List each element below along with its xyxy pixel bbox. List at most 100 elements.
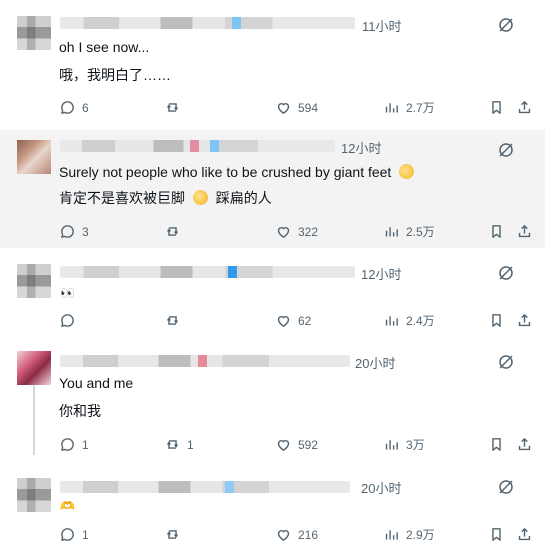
post-time[interactable]: 12小时 xyxy=(341,138,381,157)
views-count: 2.5万 xyxy=(406,225,435,239)
like-count: 216 xyxy=(298,527,319,542)
views-chart-icon xyxy=(385,440,398,450)
share-button[interactable] xyxy=(516,312,533,329)
share-button[interactable] xyxy=(516,526,533,543)
post-1-actions: 6 594 2.7万 xyxy=(59,99,533,117)
like-button[interactable]: 592 xyxy=(275,436,318,453)
repost-count: 1 xyxy=(187,437,194,452)
repost-button[interactable] xyxy=(164,312,181,329)
username-blurred xyxy=(60,266,355,278)
post-text-en: Surely not people who like to be crushed… xyxy=(59,164,418,180)
post-text-en-body: Surely not people who like to be crushed… xyxy=(59,164,392,180)
like-count: 592 xyxy=(298,437,319,452)
post-time[interactable]: 20小时 xyxy=(361,478,401,497)
views-chart-icon xyxy=(385,227,398,237)
bookmark-icon xyxy=(492,101,501,114)
share-icon xyxy=(518,313,531,327)
post-text-cn-a: 肯定不是喜欢被巨脚 xyxy=(59,190,185,206)
post-text-en: You and me xyxy=(59,375,134,391)
post-2-actions: 3 322 2.5万 xyxy=(59,223,533,241)
views-button[interactable]: 2.5万 xyxy=(383,223,435,240)
grok-icon[interactable] xyxy=(497,16,515,34)
post-text-cn: 肯定不是喜欢被巨脚 踩扁的人 xyxy=(59,188,272,208)
like-count: 62 xyxy=(298,313,312,328)
post-4-actions: 1 1 592 3万 xyxy=(59,436,533,454)
reply-button[interactable]: 1 xyxy=(59,436,89,453)
heart-hands-emoji-icon: 🫶 xyxy=(60,499,75,513)
like-button[interactable]: 322 xyxy=(275,223,318,240)
blurred-badge xyxy=(225,481,234,493)
post-time[interactable]: 11小时 xyxy=(362,16,402,35)
post-time[interactable]: 20小时 xyxy=(355,353,395,372)
reply-icon xyxy=(61,438,74,451)
heart-icon xyxy=(277,316,290,327)
like-count: 322 xyxy=(298,224,319,239)
like-button[interactable]: 62 xyxy=(275,312,311,329)
blurred-badge xyxy=(190,140,199,152)
reply-button[interactable]: 1 xyxy=(59,526,89,543)
post-text-cn: 你和我 xyxy=(59,403,101,419)
repost-button[interactable] xyxy=(164,223,181,240)
views-button[interactable]: 2.9万 xyxy=(383,526,435,543)
heart-icon xyxy=(277,440,290,451)
relieved-face-emoji-icon xyxy=(192,190,208,205)
reply-button[interactable] xyxy=(59,312,76,329)
like-count: 594 xyxy=(298,100,319,115)
reply-button[interactable]: 3 xyxy=(59,223,89,240)
repost-button[interactable] xyxy=(164,99,181,116)
views-count: 2.9万 xyxy=(406,528,435,542)
bookmark-button[interactable] xyxy=(488,99,505,116)
blurred-badge xyxy=(228,266,237,278)
thread-line xyxy=(33,383,35,455)
bookmark-icon xyxy=(492,438,501,451)
views-button[interactable]: 2.4万 xyxy=(383,312,435,329)
reply-count: 6 xyxy=(82,100,89,115)
username-blurred xyxy=(60,17,355,29)
heart-icon xyxy=(277,103,290,114)
reply-button[interactable]: 6 xyxy=(59,99,89,116)
grok-icon[interactable] xyxy=(497,264,515,282)
grok-icon[interactable] xyxy=(497,141,515,159)
like-button[interactable]: 594 xyxy=(275,99,318,116)
post-time[interactable]: 12小时 xyxy=(361,264,401,283)
bookmark-button[interactable] xyxy=(488,526,505,543)
reply-count: 1 xyxy=(82,527,89,542)
blurred-badge xyxy=(210,140,219,152)
avatar[interactable] xyxy=(17,264,51,298)
repost-icon xyxy=(166,316,179,325)
heart-icon xyxy=(277,530,290,541)
share-button[interactable] xyxy=(516,99,533,116)
reply-icon xyxy=(61,101,74,114)
eyes-emoji-icon: 👀 xyxy=(60,286,75,300)
repost-icon xyxy=(166,227,179,236)
bookmark-icon xyxy=(492,225,501,238)
bookmark-icon xyxy=(492,528,501,541)
reply-icon xyxy=(61,314,74,327)
views-chart-icon xyxy=(385,530,398,540)
relieved-face-emoji-icon xyxy=(399,164,415,179)
avatar[interactable] xyxy=(17,351,51,385)
views-count: 3万 xyxy=(406,438,425,452)
post-text-cn-b: 踩扁的人 xyxy=(215,190,272,206)
views-count: 2.7万 xyxy=(406,101,435,115)
avatar[interactable] xyxy=(17,16,51,50)
views-button[interactable]: 2.7万 xyxy=(383,99,435,116)
repost-icon xyxy=(166,530,179,539)
like-button[interactable]: 216 xyxy=(275,526,318,543)
share-button[interactable] xyxy=(516,436,533,453)
post-3-actions: 62 2.4万 xyxy=(59,312,533,330)
grok-icon[interactable] xyxy=(497,353,515,371)
repost-button[interactable]: 1 xyxy=(164,436,194,453)
share-button[interactable] xyxy=(516,223,533,240)
bookmark-button[interactable] xyxy=(488,436,505,453)
repost-icon xyxy=(166,440,179,449)
blurred-badge xyxy=(198,355,207,367)
avatar[interactable] xyxy=(17,140,51,174)
avatar[interactable] xyxy=(17,478,51,512)
share-icon xyxy=(518,100,531,114)
bookmark-button[interactable] xyxy=(488,223,505,240)
views-button[interactable]: 3万 xyxy=(383,436,425,453)
repost-button[interactable] xyxy=(164,526,181,543)
bookmark-button[interactable] xyxy=(488,312,505,329)
grok-icon[interactable] xyxy=(497,478,515,496)
